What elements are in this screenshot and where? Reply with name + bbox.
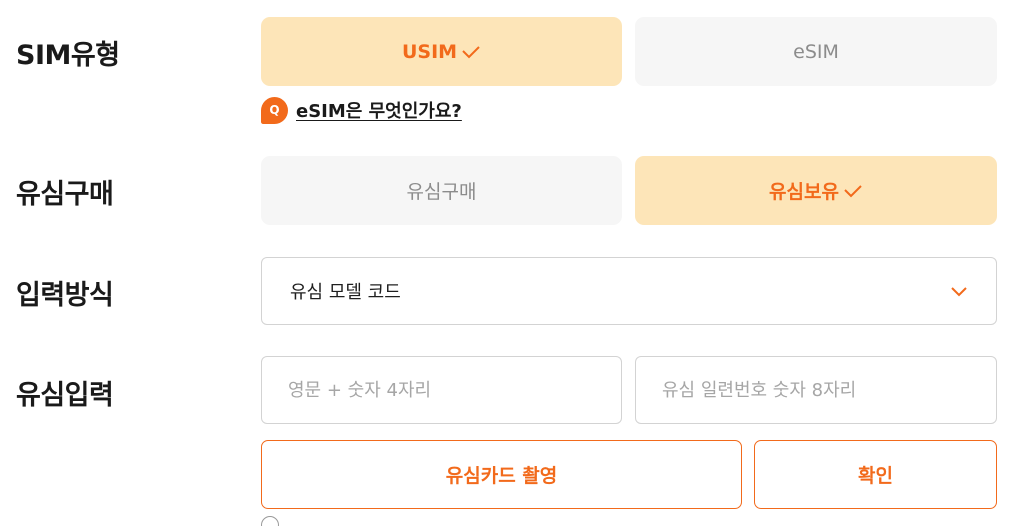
option-buy-sim-label: 유심구매 bbox=[406, 181, 477, 203]
option-own-sim-label: 유심보유 bbox=[769, 181, 839, 203]
option-own-sim[interactable]: 유심보유 bbox=[635, 156, 997, 225]
serial-number-input[interactable] bbox=[635, 356, 997, 424]
model-code-input[interactable] bbox=[261, 356, 622, 424]
question-badge-icon: Q bbox=[261, 96, 288, 124]
input-method-value: 유심 모델 코드 bbox=[290, 282, 401, 303]
option-usim-label: USIM bbox=[401, 40, 458, 63]
chevron-down-icon bbox=[950, 286, 968, 297]
check-icon bbox=[461, 45, 481, 59]
capture-sim-card-button[interactable]: 유심카드 촬영 bbox=[261, 440, 742, 509]
confirm-button[interactable]: 확인 bbox=[754, 440, 997, 509]
info-icon bbox=[261, 516, 279, 526]
option-buy-sim[interactable]: 유심구매 bbox=[261, 156, 622, 225]
sim-type-label: SIM유형 bbox=[16, 40, 120, 71]
sim-purchase-label: 유심구매 bbox=[16, 179, 114, 210]
esim-faq-link[interactable]: Q eSIM은 무엇인가요? bbox=[261, 95, 462, 125]
option-usim[interactable]: USIM bbox=[261, 17, 622, 86]
sim-input-label: 유심입력 bbox=[16, 380, 114, 411]
option-esim-label: eSIM bbox=[793, 40, 839, 63]
check-icon bbox=[843, 184, 863, 198]
input-method-label: 입력방식 bbox=[16, 280, 114, 311]
esim-faq-text: eSIM은 무엇인가요? bbox=[296, 101, 462, 122]
option-esim[interactable]: eSIM bbox=[635, 17, 997, 86]
input-method-select[interactable]: 유심 모델 코드 bbox=[261, 257, 997, 325]
notice bbox=[261, 516, 287, 526]
